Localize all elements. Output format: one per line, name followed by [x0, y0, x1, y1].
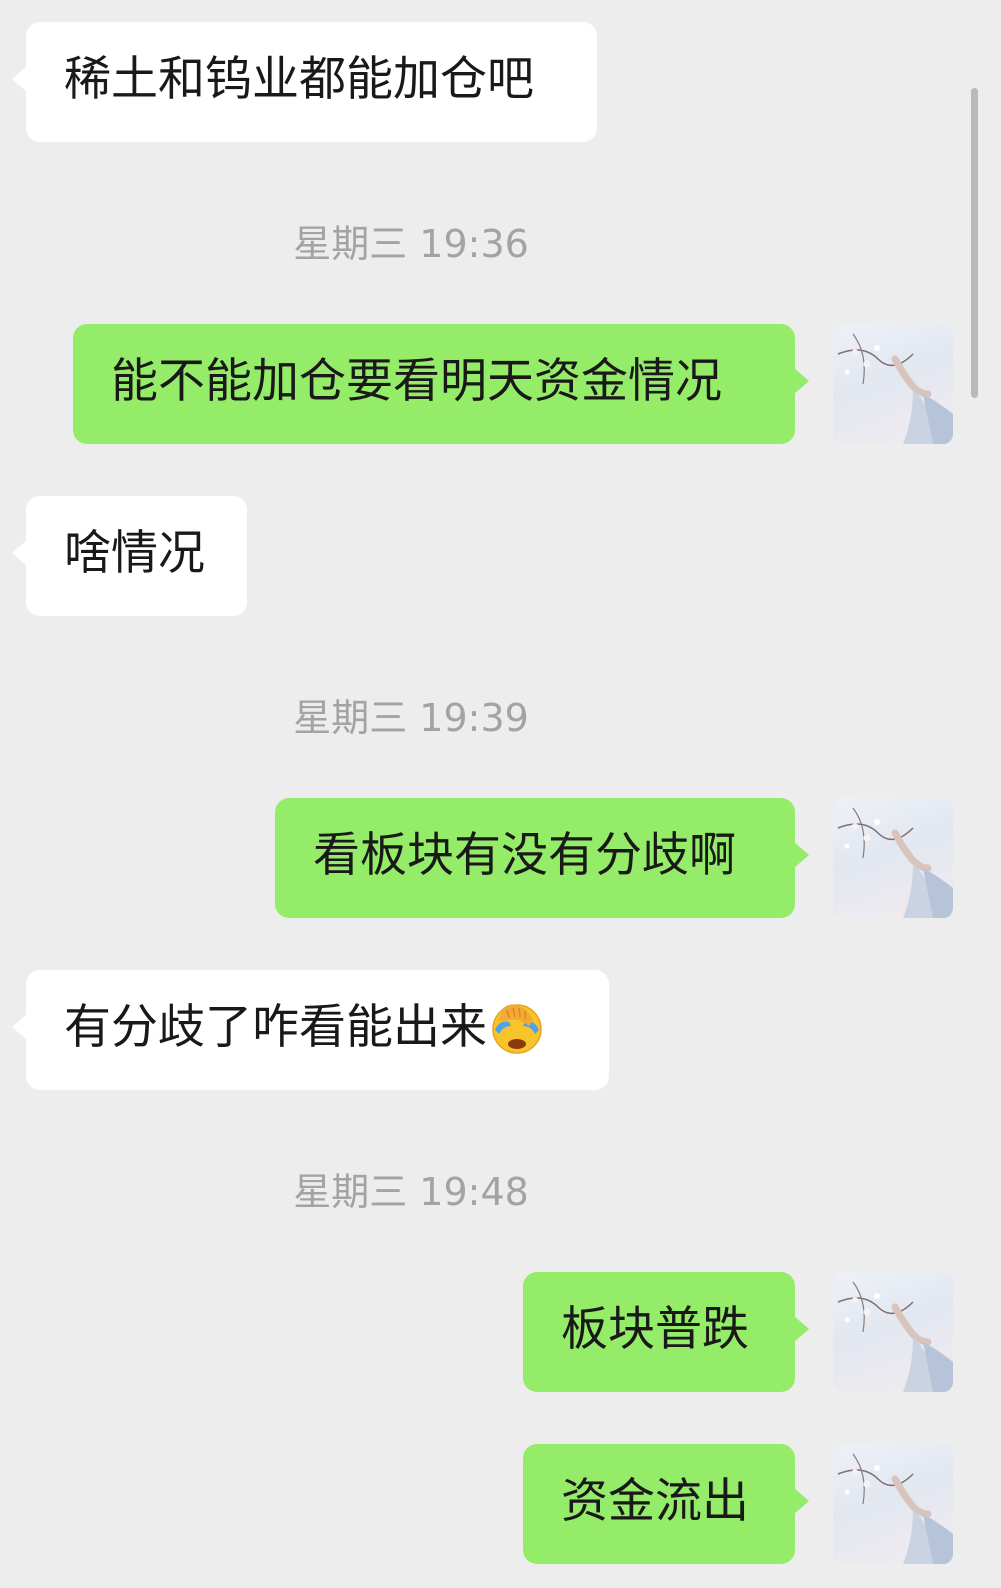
- bubble-tail: [12, 540, 27, 566]
- incoming-message-bubble[interactable]: 有分歧了咋看能出来: [12, 970, 609, 1090]
- incoming-message-bubble[interactable]: 稀土和钨业都能加仓吧: [12, 22, 597, 142]
- message-text: 稀土和钨业都能加仓吧: [64, 52, 534, 107]
- message-text: 能不能加仓要看明天资金情况: [111, 354, 722, 409]
- outgoing-message-bubble[interactable]: 资金流出: [523, 1444, 809, 1564]
- user-avatar-icon[interactable]: [833, 798, 953, 918]
- outgoing-message-bubble[interactable]: 看板块有没有分歧啊: [275, 798, 809, 918]
- message-text: 板块普跌: [561, 1302, 749, 1357]
- message-text: 有分歧了咋看能出来: [64, 1000, 487, 1055]
- scrollbar[interactable]: [971, 88, 978, 398]
- user-avatar-icon[interactable]: [833, 1272, 953, 1392]
- bubble-tail: [12, 66, 27, 92]
- incoming-message-bubble[interactable]: 啥情况: [12, 496, 247, 616]
- user-avatar-icon[interactable]: [833, 324, 953, 444]
- bubble-tail: [794, 1488, 809, 1514]
- bubble-tail: [794, 1316, 809, 1342]
- message-text: 看板块有没有分歧啊: [313, 828, 736, 883]
- bubble-tail: [794, 842, 809, 868]
- bubble-tail: [12, 1014, 27, 1040]
- timestamp: 星期三 19:36: [293, 222, 529, 266]
- timestamp: 星期三 19:39: [293, 696, 529, 740]
- bubble-tail: [794, 368, 809, 394]
- outgoing-message-bubble[interactable]: 能不能加仓要看明天资金情况: [73, 324, 809, 444]
- user-avatar-icon[interactable]: [833, 1444, 953, 1564]
- message-text: 啥情况: [64, 526, 205, 581]
- message-text: 资金流出: [561, 1474, 749, 1529]
- face-palm-crying-emoji: [492, 1004, 542, 1054]
- timestamp: 星期三 19:48: [293, 1170, 529, 1214]
- outgoing-message-bubble[interactable]: 板块普跌: [523, 1272, 809, 1392]
